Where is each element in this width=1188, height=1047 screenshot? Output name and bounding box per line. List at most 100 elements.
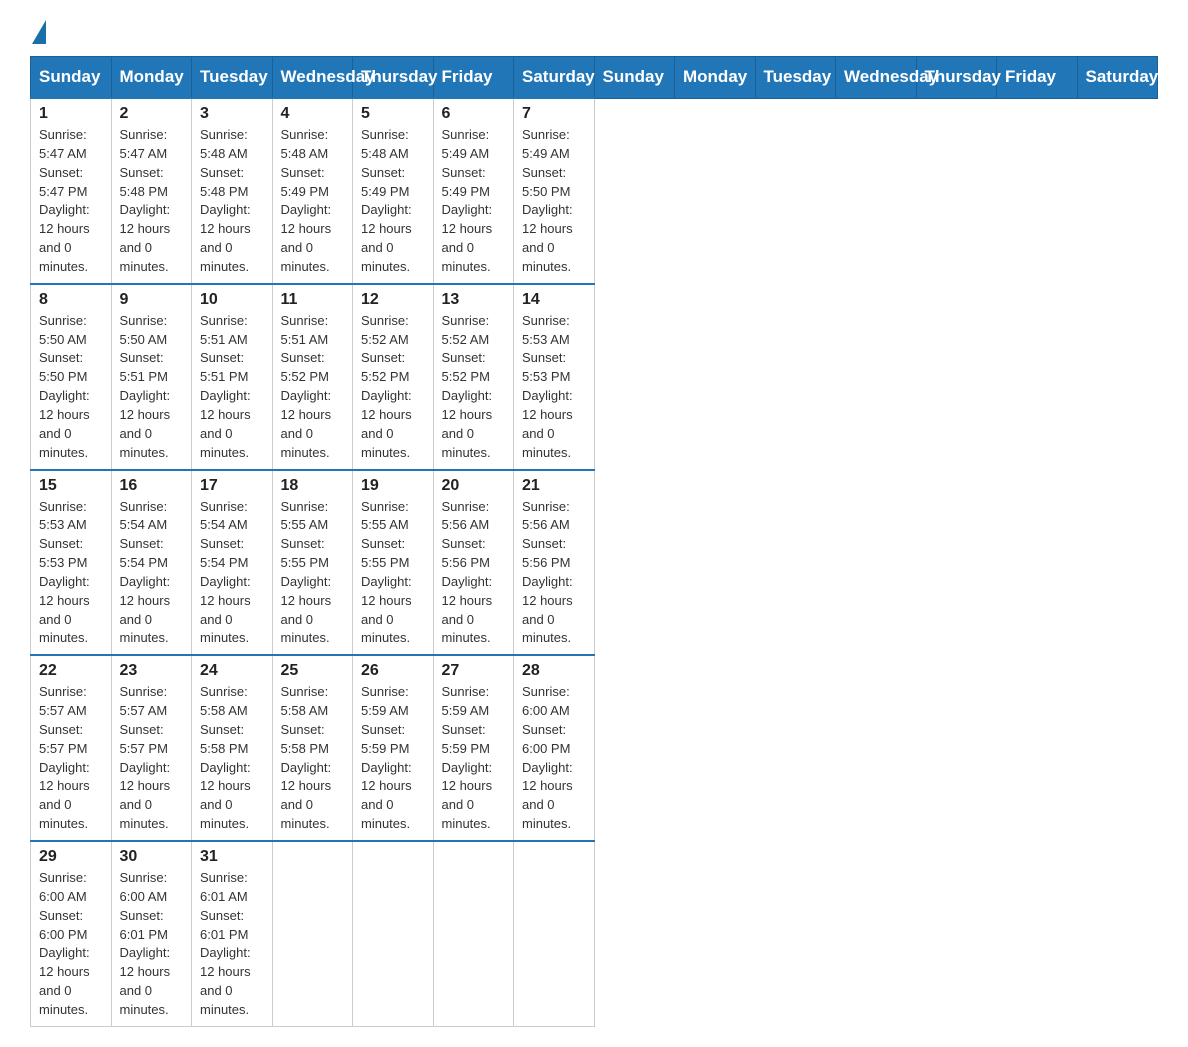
calendar-cell: 1 Sunrise: 5:47 AMSunset: 5:47 PMDayligh… (31, 98, 112, 284)
column-header-saturday: Saturday (1077, 57, 1158, 99)
day-number: 1 (39, 105, 103, 123)
day-info: Sunrise: 5:56 AMSunset: 5:56 PMDaylight:… (522, 499, 573, 646)
day-info: Sunrise: 5:48 AMSunset: 5:49 PMDaylight:… (281, 127, 332, 274)
calendar-cell: 11 Sunrise: 5:51 AMSunset: 5:52 PMDaylig… (272, 284, 353, 470)
calendar-cell: 15 Sunrise: 5:53 AMSunset: 5:53 PMDaylig… (31, 470, 112, 656)
day-info: Sunrise: 5:48 AMSunset: 5:49 PMDaylight:… (361, 127, 412, 274)
day-info: Sunrise: 5:53 AMSunset: 5:53 PMDaylight:… (39, 499, 90, 646)
day-number: 13 (442, 291, 506, 309)
day-info: Sunrise: 5:55 AMSunset: 5:55 PMDaylight:… (281, 499, 332, 646)
calendar-cell: 3 Sunrise: 5:48 AMSunset: 5:48 PMDayligh… (192, 98, 273, 284)
day-number: 24 (200, 662, 264, 680)
calendar-cell (433, 841, 514, 1026)
day-number: 16 (120, 477, 184, 495)
day-info: Sunrise: 5:50 AMSunset: 5:51 PMDaylight:… (120, 313, 171, 460)
calendar-week-row: 8 Sunrise: 5:50 AMSunset: 5:50 PMDayligh… (31, 284, 1158, 470)
column-header-friday: Friday (997, 57, 1078, 99)
day-number: 29 (39, 848, 103, 866)
calendar-cell: 25 Sunrise: 5:58 AMSunset: 5:58 PMDaylig… (272, 655, 353, 841)
day-number: 30 (120, 848, 184, 866)
day-info: Sunrise: 5:52 AMSunset: 5:52 PMDaylight:… (442, 313, 493, 460)
calendar-cell: 30 Sunrise: 6:00 AMSunset: 6:01 PMDaylig… (111, 841, 192, 1026)
calendar-cell: 28 Sunrise: 6:00 AMSunset: 6:00 PMDaylig… (514, 655, 595, 841)
calendar-cell: 10 Sunrise: 5:51 AMSunset: 5:51 PMDaylig… (192, 284, 273, 470)
day-info: Sunrise: 5:52 AMSunset: 5:52 PMDaylight:… (361, 313, 412, 460)
calendar-cell: 17 Sunrise: 5:54 AMSunset: 5:54 PMDaylig… (192, 470, 273, 656)
day-info: Sunrise: 6:01 AMSunset: 6:01 PMDaylight:… (200, 870, 251, 1017)
calendar-cell: 19 Sunrise: 5:55 AMSunset: 5:55 PMDaylig… (353, 470, 434, 656)
calendar-cell: 12 Sunrise: 5:52 AMSunset: 5:52 PMDaylig… (353, 284, 434, 470)
calendar-week-row: 29 Sunrise: 6:00 AMSunset: 6:00 PMDaylig… (31, 841, 1158, 1026)
calendar-cell: 5 Sunrise: 5:48 AMSunset: 5:49 PMDayligh… (353, 98, 434, 284)
day-info: Sunrise: 5:50 AMSunset: 5:50 PMDaylight:… (39, 313, 90, 460)
calendar-cell: 31 Sunrise: 6:01 AMSunset: 6:01 PMDaylig… (192, 841, 273, 1026)
column-header-wednesday: Wednesday (272, 57, 353, 99)
column-header-wednesday: Wednesday (836, 57, 917, 99)
day-info: Sunrise: 5:59 AMSunset: 5:59 PMDaylight:… (361, 684, 412, 831)
column-header-friday: Friday (433, 57, 514, 99)
day-number: 20 (442, 477, 506, 495)
day-number: 10 (200, 291, 264, 309)
column-header-thursday: Thursday (353, 57, 434, 99)
day-info: Sunrise: 5:49 AMSunset: 5:50 PMDaylight:… (522, 127, 573, 274)
calendar-cell: 14 Sunrise: 5:53 AMSunset: 5:53 PMDaylig… (514, 284, 595, 470)
day-info: Sunrise: 5:56 AMSunset: 5:56 PMDaylight:… (442, 499, 493, 646)
day-number: 31 (200, 848, 264, 866)
day-number: 21 (522, 477, 586, 495)
column-header-tuesday: Tuesday (192, 57, 273, 99)
calendar-cell: 9 Sunrise: 5:50 AMSunset: 5:51 PMDayligh… (111, 284, 192, 470)
calendar-cell: 21 Sunrise: 5:56 AMSunset: 5:56 PMDaylig… (514, 470, 595, 656)
column-header-monday: Monday (675, 57, 756, 99)
day-info: Sunrise: 5:55 AMSunset: 5:55 PMDaylight:… (361, 499, 412, 646)
calendar-cell: 24 Sunrise: 5:58 AMSunset: 5:58 PMDaylig… (192, 655, 273, 841)
day-info: Sunrise: 6:00 AMSunset: 6:00 PMDaylight:… (39, 870, 90, 1017)
column-header-saturday: Saturday (514, 57, 595, 99)
day-info: Sunrise: 5:59 AMSunset: 5:59 PMDaylight:… (442, 684, 493, 831)
day-number: 23 (120, 662, 184, 680)
column-header-thursday: Thursday (916, 57, 997, 99)
calendar-table: SundayMondayTuesdayWednesdayThursdayFrid… (30, 56, 1158, 1027)
calendar-cell: 7 Sunrise: 5:49 AMSunset: 5:50 PMDayligh… (514, 98, 595, 284)
day-info: Sunrise: 5:54 AMSunset: 5:54 PMDaylight:… (120, 499, 171, 646)
calendar-header-row: SundayMondayTuesdayWednesdayThursdayFrid… (31, 57, 1158, 99)
calendar-cell: 18 Sunrise: 5:55 AMSunset: 5:55 PMDaylig… (272, 470, 353, 656)
day-number: 19 (361, 477, 425, 495)
day-number: 22 (39, 662, 103, 680)
calendar-cell: 22 Sunrise: 5:57 AMSunset: 5:57 PMDaylig… (31, 655, 112, 841)
calendar-cell: 27 Sunrise: 5:59 AMSunset: 5:59 PMDaylig… (433, 655, 514, 841)
day-info: Sunrise: 5:58 AMSunset: 5:58 PMDaylight:… (281, 684, 332, 831)
calendar-cell: 2 Sunrise: 5:47 AMSunset: 5:48 PMDayligh… (111, 98, 192, 284)
calendar-cell: 6 Sunrise: 5:49 AMSunset: 5:49 PMDayligh… (433, 98, 514, 284)
calendar-cell: 4 Sunrise: 5:48 AMSunset: 5:49 PMDayligh… (272, 98, 353, 284)
day-info: Sunrise: 5:57 AMSunset: 5:57 PMDaylight:… (120, 684, 171, 831)
day-number: 9 (120, 291, 184, 309)
day-info: Sunrise: 5:51 AMSunset: 5:51 PMDaylight:… (200, 313, 251, 460)
calendar-cell: 20 Sunrise: 5:56 AMSunset: 5:56 PMDaylig… (433, 470, 514, 656)
calendar-cell: 29 Sunrise: 6:00 AMSunset: 6:00 PMDaylig… (31, 841, 112, 1026)
day-number: 4 (281, 105, 345, 123)
column-header-tuesday: Tuesday (755, 57, 836, 99)
column-header-sunday: Sunday (594, 57, 675, 99)
day-info: Sunrise: 5:49 AMSunset: 5:49 PMDaylight:… (442, 127, 493, 274)
day-info: Sunrise: 6:00 AMSunset: 6:01 PMDaylight:… (120, 870, 171, 1017)
day-info: Sunrise: 5:51 AMSunset: 5:52 PMDaylight:… (281, 313, 332, 460)
day-number: 28 (522, 662, 586, 680)
day-number: 26 (361, 662, 425, 680)
logo (30, 20, 46, 38)
calendar-cell (514, 841, 595, 1026)
day-number: 18 (281, 477, 345, 495)
day-info: Sunrise: 5:57 AMSunset: 5:57 PMDaylight:… (39, 684, 90, 831)
day-info: Sunrise: 5:48 AMSunset: 5:48 PMDaylight:… (200, 127, 251, 274)
day-number: 17 (200, 477, 264, 495)
day-info: Sunrise: 5:54 AMSunset: 5:54 PMDaylight:… (200, 499, 251, 646)
day-number: 27 (442, 662, 506, 680)
day-number: 3 (200, 105, 264, 123)
logo-triangle-icon (32, 20, 46, 44)
day-info: Sunrise: 5:58 AMSunset: 5:58 PMDaylight:… (200, 684, 251, 831)
calendar-week-row: 1 Sunrise: 5:47 AMSunset: 5:47 PMDayligh… (31, 98, 1158, 284)
day-number: 5 (361, 105, 425, 123)
day-number: 15 (39, 477, 103, 495)
calendar-cell: 16 Sunrise: 5:54 AMSunset: 5:54 PMDaylig… (111, 470, 192, 656)
calendar-cell: 13 Sunrise: 5:52 AMSunset: 5:52 PMDaylig… (433, 284, 514, 470)
calendar-week-row: 15 Sunrise: 5:53 AMSunset: 5:53 PMDaylig… (31, 470, 1158, 656)
